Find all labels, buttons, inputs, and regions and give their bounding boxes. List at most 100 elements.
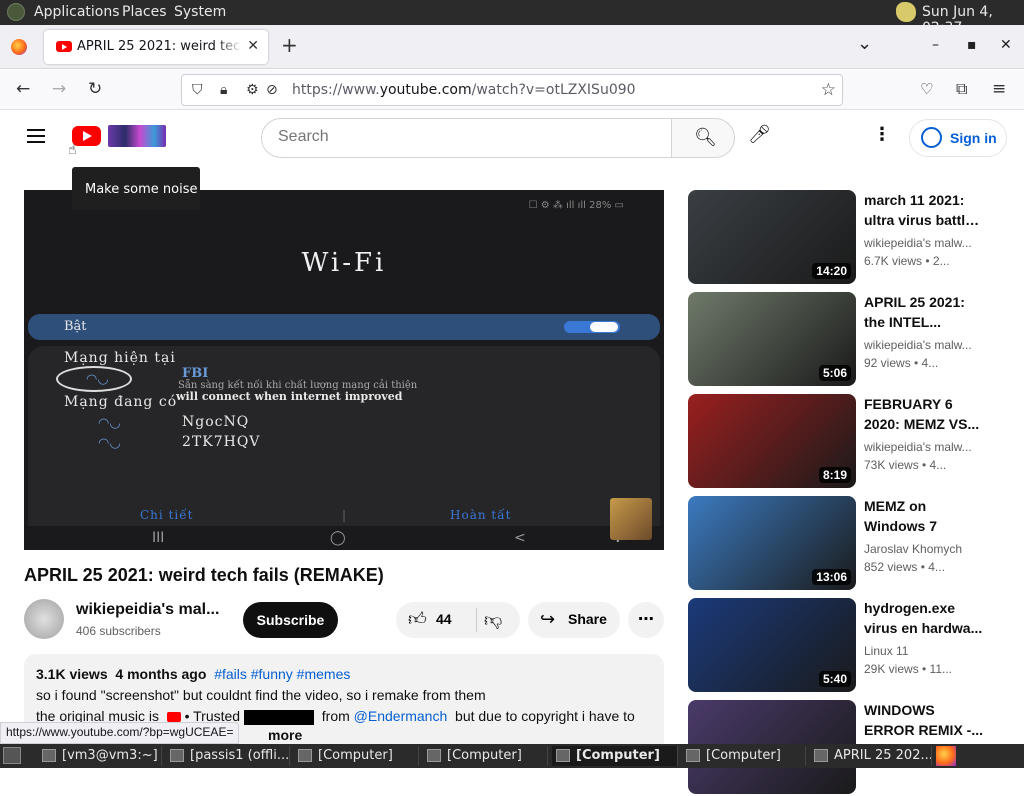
share-button[interactable]: ↪ Share <box>528 602 620 638</box>
notification-bee-icon[interactable] <box>896 2 916 22</box>
forward-icon[interactable]: → <box>52 79 66 99</box>
like-thumb-icon[interactable]: 👍︎ <box>408 608 427 630</box>
recommendation-title[interactable]: WINDOWS ERROR REMIX -... <box>864 700 984 740</box>
logo-tooltip: Make some noise <box>72 167 200 210</box>
recents-key: III <box>152 530 165 546</box>
video-title: APRIL 25 2021: weird tech fails (REMAKE) <box>24 565 384 585</box>
show-more-link[interactable]: more <box>268 727 302 743</box>
recommendation-thumbnail[interactable]: 14:20 <box>688 190 856 284</box>
list-all-tabs-icon[interactable]: ⌄ <box>857 33 872 54</box>
bookmark-star-icon[interactable]: ☆ <box>821 80 836 100</box>
extensions-icon[interactable]: ⧉ <box>956 79 967 99</box>
new-tab-button[interactable]: + <box>281 35 298 55</box>
current-network-name: FBI <box>182 366 209 381</box>
link-status-bar: https://www.youtube.com/?bp=wgUCEAE= <box>0 722 240 744</box>
tracking-protection-shield-icon[interactable]: ⛉ <box>192 82 203 98</box>
firefox-view-icon[interactable] <box>11 39 27 55</box>
gnome-foot-icon[interactable] <box>7 3 25 21</box>
taskbar-window-button[interactable]: [Computer] <box>552 746 678 766</box>
taskbar-window-button[interactable]: [vm3@vm3:~] <box>38 746 162 766</box>
hashtags[interactable]: #fails #funny #memes <box>214 666 350 682</box>
minimize-window-button[interactable]: – <box>932 37 939 53</box>
recommendation-thumbnail[interactable]: 5:40 <box>688 598 856 692</box>
recommendation-meta: 73K views • 4... <box>864 458 947 472</box>
autoplay-blocked-icon[interactable]: ⊘ <box>266 82 278 98</box>
reload-icon[interactable]: ↻ <box>88 79 102 99</box>
app-menu-icon[interactable]: ≡ <box>992 79 1006 99</box>
firefox-task-icon[interactable] <box>936 746 956 766</box>
duration-badge: 8:19 <box>818 467 851 483</box>
recommendation-title[interactable]: APRIL 25 2021: the INTEL... <box>864 292 984 332</box>
window-icon <box>298 749 312 762</box>
recommendation-channel: Jaroslav Khomych <box>864 542 963 556</box>
window-icon <box>42 749 56 762</box>
taskbar-window-button[interactable]: [Computer] <box>423 746 548 766</box>
channel-name-link[interactable]: wikiepeidia's mal... <box>76 601 219 619</box>
close-tab-icon[interactable]: ✕ <box>247 38 259 54</box>
recommendation-title[interactable]: hydrogen.exe virus en hardwa... <box>864 598 984 638</box>
dislike-thumb-icon[interactable]: 👎︎ <box>484 609 502 631</box>
show-desktop-icon[interactable] <box>3 747 21 764</box>
window-icon <box>686 749 700 762</box>
recommendation-title[interactable]: FEBRUARY 6 2020: MEMZ VS... <box>864 394 984 434</box>
recommendation-title[interactable]: march 11 2021: ultra virus battle... <box>864 190 984 230</box>
channel-avatar[interactable] <box>24 599 64 639</box>
taskbar-window-button[interactable]: [Computer] <box>294 746 419 766</box>
recommendation-item[interactable]: 5:40 hydrogen.exe virus en hardwa... Linux … <box>688 598 988 694</box>
recommendation-item[interactable]: 5:06 APRIL 25 2021: the INTEL... wikiepeidi… <box>688 292 988 388</box>
details-button-label: Chi tiết <box>140 508 194 522</box>
more-actions-icon[interactable]: ⋯ <box>628 602 664 638</box>
wifi-signal-icon: ◠◡ <box>98 436 121 451</box>
separator: | <box>342 508 348 522</box>
search-input[interactable] <box>278 128 658 146</box>
taskbar-window-button[interactable]: APRIL 25 202... <box>810 746 932 766</box>
home-key: ◯ <box>330 530 346 546</box>
maximize-window-button[interactable]: ▪ <box>967 37 977 53</box>
like-count[interactable]: 44 <box>436 611 452 627</box>
recommendation-meta: 29K views • 11... <box>864 662 953 676</box>
settings-kebab-icon[interactable]: ⋮ <box>873 124 891 145</box>
taskbar-window-button[interactable]: [Computer] <box>682 746 806 766</box>
window-icon <box>556 749 570 762</box>
view-count: 3.1K views <box>36 666 108 682</box>
search-button[interactable]: 🔍︎ <box>671 118 735 158</box>
recommendation-thumbnail[interactable]: 13:06 <box>688 496 856 590</box>
channel-watermark[interactable] <box>610 498 652 540</box>
close-window-button[interactable]: ✕ <box>1000 37 1012 53</box>
tab-youtube-video[interactable]: APRIL 25 2021: weird tech fa ✕ <box>44 30 268 64</box>
youtube-doodle-logo[interactable] <box>108 125 166 147</box>
subscribe-button[interactable]: Subscribe <box>243 602 338 638</box>
recommendation-thumbnail[interactable]: 8:19 <box>688 394 856 488</box>
wifi-signal-icon: ◠◡ <box>86 372 109 387</box>
wifi-screen-title: Wi-Fi <box>301 248 387 278</box>
recommendation-meta: 92 views • 4... <box>864 356 939 370</box>
search-box[interactable] <box>261 118 672 158</box>
guide-menu-icon[interactable] <box>27 129 45 143</box>
permissions-icon[interactable]: ⚙ <box>246 82 259 98</box>
lock-icon[interactable]: 🔒︎ <box>220 82 227 98</box>
done-button-label: Hoàn tất <box>450 508 512 522</box>
recommendation-title[interactable]: MEMZ on Windows 7 <box>864 496 984 536</box>
system-menu[interactable]: System <box>174 4 226 20</box>
applications-menu[interactable]: Applications <box>34 4 120 20</box>
url-text[interactable]: https://www.youtube.com/watch?v=otLZXISu… <box>292 82 636 98</box>
recommendation-item[interactable]: 13:06 MEMZ on Windows 7 Jaroslav Khomych 852… <box>688 496 988 592</box>
description-line: so i found "screenshot" but couldnt find… <box>36 687 486 703</box>
sign-in-button[interactable]: Sign in <box>909 119 1007 157</box>
sign-in-label: Sign in <box>950 130 997 146</box>
like-dislike-group: 👍︎ 44 👎︎ <box>396 602 520 638</box>
mention-link[interactable]: @Endermanch <box>354 708 448 724</box>
recommendation-item[interactable]: 8:19 FEBRUARY 6 2020: MEMZ VS... wikiepeidi… <box>688 394 988 490</box>
network-item: 2TK7HQV <box>182 434 261 450</box>
pocket-icon[interactable]: ♡ <box>920 79 933 99</box>
back-icon[interactable]: ← <box>16 79 30 99</box>
places-menu[interactable]: Places <box>122 4 167 20</box>
recommendation-item[interactable]: 14:20 march 11 2021: ultra virus battle...… <box>688 190 988 286</box>
taskbar-window-button[interactable]: [passis1 (offli... <box>166 746 290 766</box>
voice-search-mic-icon[interactable]: 🎤︎ <box>748 124 771 145</box>
video-player[interactable]: ☐ ⚙ ⁂ ıll ıll 28% ▭ Wi-Fi Bật Mạng hiện … <box>24 190 664 550</box>
youtube-favicon-icon <box>56 41 72 52</box>
recommendation-meta: 6.7K views • 2... <box>864 254 950 268</box>
address-bar[interactable]: ⛉ 🔒︎ ⚙ ⊘ https://www.youtube.com/watch?v… <box>181 74 843 106</box>
recommendation-thumbnail[interactable]: 5:06 <box>688 292 856 386</box>
